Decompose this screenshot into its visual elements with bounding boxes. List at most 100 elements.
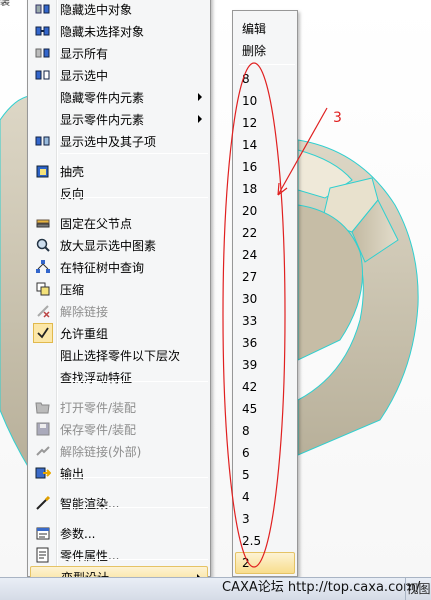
suppress-icon [30,278,56,300]
menu-item-4[interactable]: 隐藏零件内元素 [30,86,208,108]
menu-item-19[interactable]: 解除链接(外部) [30,440,208,462]
submenu-arrow-icon [198,115,202,123]
submenu-value-item[interactable]: 8 [235,68,295,90]
menu-item-3[interactable]: 显示选中 [30,64,208,86]
menu-item-label: 放大显示选中图素 [60,238,157,253]
menu-item-label: 查找浮动特征 [60,370,133,385]
menu-item-label: 打开零件/装配 [60,400,137,415]
submenu-value-item[interactable]: 20 [235,200,295,222]
menu-item-23[interactable]: 零件属性... [30,544,208,566]
menu-item-14[interactable]: 允许重组 [30,322,208,344]
menu-separator [60,477,208,478]
submenu-value-item[interactable]: 27 [235,266,295,288]
submenu-value-item[interactable]: 10 [235,90,295,112]
submenu-value-item[interactable]: 2 [235,552,295,574]
status-bar: CAXA论坛 http://top.caxa.com/ 视图 [0,577,431,600]
submenu-value-item[interactable]: 8 [235,420,295,442]
submenu-edit[interactable]: 编辑 [235,18,295,40]
menu-item-label: 隐藏零件内元素 [60,90,145,105]
menu-item-9[interactable]: 固定在父节点 [30,212,208,234]
submenu-delete[interactable]: 删除 [235,40,295,62]
menu-item-8[interactable]: 反向 [30,182,208,204]
menu-item-17[interactable]: 打开零件/装配 [30,396,208,418]
submenu-value-item[interactable]: 39 [235,354,295,376]
menu-item-13[interactable]: 解除链接 [30,300,208,322]
submenu-value-item[interactable]: 42 [235,376,295,398]
submenu-value-item[interactable]: 6 [235,442,295,464]
show-selected-icon [30,64,56,86]
submenu-value-item[interactable]: 5 [235,464,295,486]
menu-separator [60,197,208,198]
submenu-value-item[interactable]: 14 [235,134,295,156]
hide-selected-icon [30,0,56,20]
menu-item-label: 解除链接(外部) [60,444,142,459]
open-part-icon [30,396,56,418]
menu-item-icon-slot [30,182,56,204]
menu-item-5[interactable]: 显示零件内元素 [30,108,208,130]
submenu-value-item[interactable]: 16 [235,156,295,178]
menu-separator [60,507,208,508]
menu-item-11[interactable]: 在特征树中查询 [30,256,208,278]
menu-item-7[interactable]: 抽壳 [30,160,208,182]
menu-item-label: 解除链接 [60,304,109,319]
pin-to-parent-icon [30,212,56,234]
submenu-arrow-icon [198,93,202,101]
menu-item-18[interactable]: 保存零件/装配 [30,418,208,440]
menu-item-label: 输出 [60,466,85,481]
menu-item-label: 允许重组 [60,326,109,341]
export-icon [30,462,56,484]
shell-icon [30,160,56,182]
menu-item-10[interactable]: 放大显示选中图素 [30,234,208,256]
menu-item-label: 在特征树中查询 [60,260,145,275]
menu-item-20[interactable]: 输出 [30,462,208,484]
submenu-value-item[interactable]: 45 [235,398,295,420]
submenu-value-item[interactable]: 33 [235,310,295,332]
menu-item-15[interactable]: 阻止选择零件以下层次 [30,344,208,366]
save-part-icon [30,418,56,440]
menu-item-21[interactable]: 智能渲染... [30,492,208,514]
menu-item-1[interactable]: 隐藏未选择对象 [30,20,208,42]
parameters-icon [30,522,56,544]
show-selected-children-icon [30,130,56,152]
menu-item-label: 显示选中 [60,68,109,83]
menu-item-0[interactable]: 隐藏选中对象 [30,0,208,20]
tree-query-icon [30,256,56,278]
menu-item-icon-slot [30,366,56,388]
menu-separator [60,153,208,154]
menu-item-label: 固定在父节点 [60,216,133,231]
menu-item-6[interactable]: 显示选中及其子项 [30,130,208,152]
submenu-value-item[interactable]: 30 [235,288,295,310]
check-icon [30,322,56,344]
submenu-value-item[interactable]: 3 [235,508,295,530]
submenu-value-item[interactable]: 12 [235,112,295,134]
view-tab[interactable]: 视图 [405,578,431,600]
menu-item-22[interactable]: 参数... [30,522,208,544]
menu-item-12[interactable]: 压缩 [30,278,208,300]
menu-item-icon-slot [30,344,56,366]
submenu-value-item[interactable]: 22 [235,222,295,244]
menu-item-16[interactable]: 查找浮动特征 [30,366,208,388]
submenu-value-item[interactable]: 2.5 [235,530,295,552]
annotation-number: 3 [333,110,342,126]
menu-item-label: 隐藏选中对象 [60,2,133,17]
menu-item-label: 压缩 [60,282,85,297]
submenu-separator [239,64,295,65]
menu-item-label: 零件属性... [60,548,120,563]
zoom-selected-icon [30,234,56,256]
menu-separator [60,559,208,560]
menu-item-label: 抽壳 [60,164,85,179]
menu-item-label: 智能渲染... [60,496,120,511]
menu-item-icon-slot [30,86,56,108]
part-properties-icon [30,544,56,566]
menu-item-icon-slot [30,108,56,130]
menu-item-label: 参数... [60,526,96,541]
menu-item-label: 隐藏未选择对象 [60,24,145,39]
menu-item-label: 显示零件内元素 [60,112,145,127]
submenu-value-item[interactable]: 24 [235,244,295,266]
menu-item-label: 阻止选择零件以下层次 [60,348,181,363]
submenu-value-item[interactable]: 18 [235,178,295,200]
submenu-value-item[interactable]: 4 [235,486,295,508]
menu-item-2[interactable]: 显示所有 [30,42,208,64]
show-all-icon [30,42,56,64]
submenu-value-item[interactable]: 36 [235,332,295,354]
